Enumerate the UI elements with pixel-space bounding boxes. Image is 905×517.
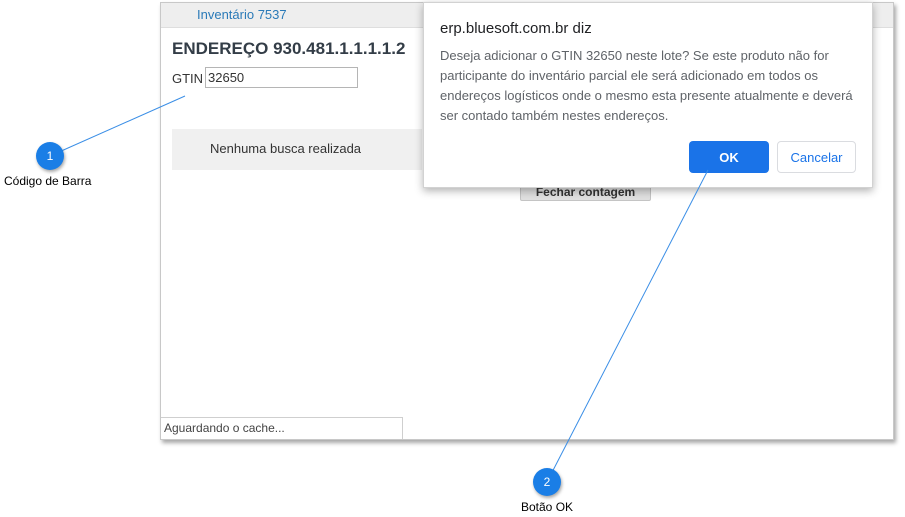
callout-marker-1: 1 (36, 142, 64, 170)
callout-marker-2: 2 (533, 468, 561, 496)
callout-label-2: Botão OK (521, 500, 574, 514)
callout-label-1: Código de Barra (4, 174, 92, 188)
callout-lines (49, 95, 709, 483)
callout-2-line (546, 169, 709, 483)
callout-1-line (49, 95, 186, 157)
